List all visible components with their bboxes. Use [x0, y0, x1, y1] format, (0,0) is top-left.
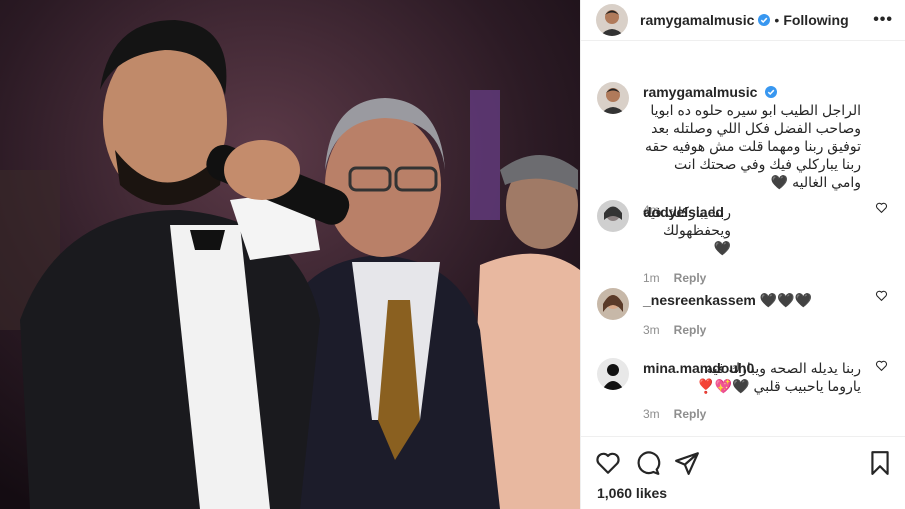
more-options-icon[interactable]: •••: [873, 11, 893, 29]
author-username[interactable]: ramygamalmusic: [640, 12, 754, 28]
following-button[interactable]: Following: [783, 12, 848, 28]
caption-text: الراجل الطيب ابو سيره حلوه ده ابويا وصاح…: [645, 102, 861, 190]
comments-list: ramygamalmusic الراجل الطيب ابو سيره حلو…: [581, 73, 905, 431]
comment-item: mina.mamdouh0 ربنا يديله الصحه ويبارك في…: [581, 351, 905, 431]
comment-time: 3m: [643, 323, 660, 337]
heart-outline-icon[interactable]: [875, 359, 888, 372]
author-avatar[interactable]: [596, 4, 628, 36]
comment-item: _nesreenkassem 🖤🖤🖤 3m Reply: [581, 281, 905, 351]
verified-badge-icon: [758, 14, 771, 26]
caption: ramygamalmusic الراجل الطيب ابو سيره حلو…: [581, 73, 905, 217]
caption-username[interactable]: ramygamalmusic: [643, 84, 757, 100]
instagram-post: ramygamalmusic • Following ••• ramygamal…: [0, 0, 905, 509]
paper-plane-icon[interactable]: [674, 450, 700, 476]
post-header: ramygamalmusic • Following •••: [581, 0, 905, 41]
commenter-avatar[interactable]: [597, 200, 629, 232]
reply-button[interactable]: Reply: [674, 323, 707, 337]
heart-outline-icon[interactable]: [875, 289, 888, 302]
caption-avatar[interactable]: [597, 82, 629, 114]
likes-count[interactable]: 1,060 likes: [597, 485, 667, 501]
reply-button[interactable]: Reply: [674, 407, 707, 421]
comment-text: ربنا يباركلك فيه ويحفظهولك 🖤: [643, 204, 731, 256]
comment-text: 🖤🖤🖤: [759, 292, 813, 308]
heart-outline-icon[interactable]: [595, 450, 621, 476]
verified-badge-icon: [765, 86, 778, 98]
comment-bubble-icon[interactable]: [635, 450, 661, 476]
commenter-avatar[interactable]: [597, 288, 629, 320]
comment-time: 3m: [643, 407, 660, 421]
header-separator: •: [774, 12, 780, 28]
post-actions: 1,060 likes: [581, 436, 905, 509]
commenter-avatar[interactable]: [597, 358, 629, 390]
heart-outline-icon[interactable]: [875, 201, 888, 214]
comment-item: dodyelsiaed ربنا يباركلك فيه ويحفظهولك 🖤…: [581, 193, 905, 285]
bookmark-icon[interactable]: [867, 450, 893, 476]
post-photo[interactable]: [0, 0, 580, 509]
post-sidebar: ramygamalmusic • Following ••• ramygamal…: [580, 0, 905, 509]
commenter-username[interactable]: _nesreenkassem: [643, 292, 756, 308]
photo-illustration: [0, 0, 580, 509]
